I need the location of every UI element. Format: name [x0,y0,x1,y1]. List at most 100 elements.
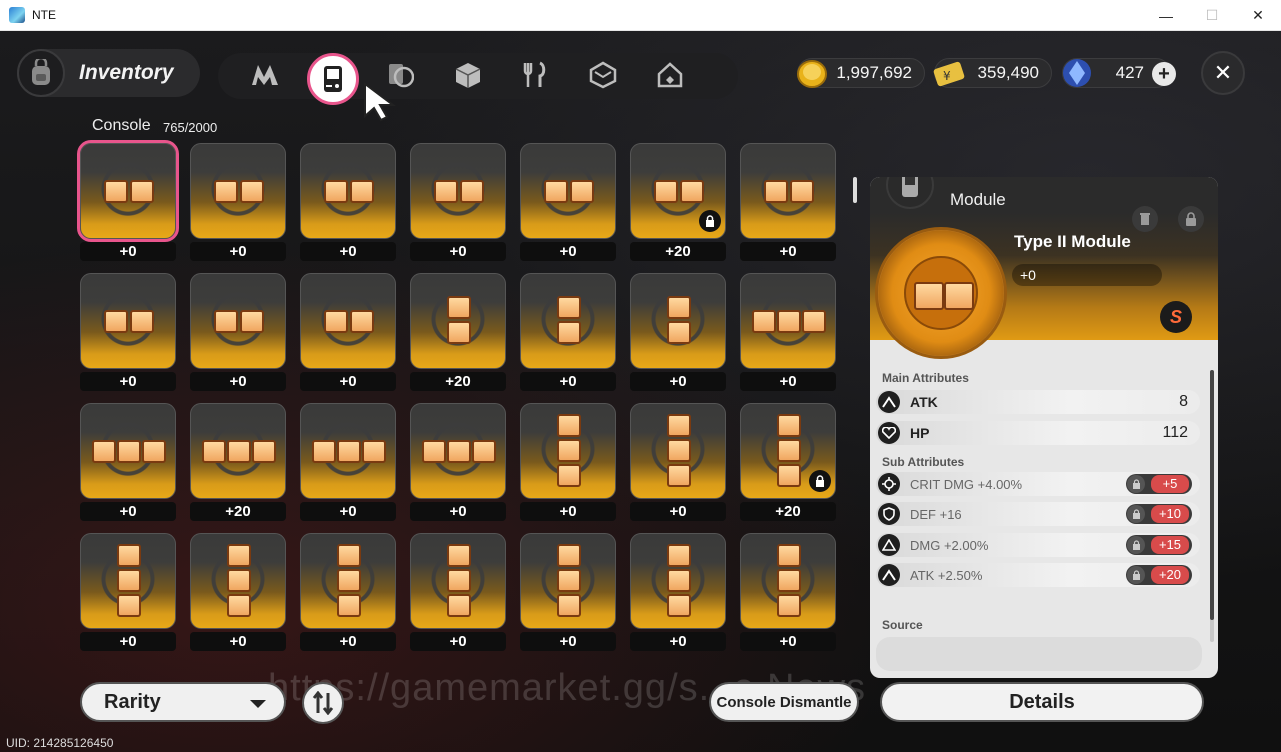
item-level: +0 [520,632,616,651]
console-module-icon[interactable] [630,273,726,369]
console-module-icon[interactable] [630,403,726,499]
console-module-icon[interactable] [80,533,176,629]
console-dismantle-button[interactable]: Console Dismantle [709,682,859,722]
rarity-dropdown[interactable]: Rarity [80,682,286,722]
console-module-icon[interactable] [300,273,396,369]
item-level: +0 [410,502,506,521]
console-item-slot[interactable]: +0 [740,273,836,391]
console-item-slot[interactable]: +0 [410,403,506,521]
tab-food[interactable] [515,55,555,95]
tab-cube[interactable] [583,55,623,95]
console-module-icon[interactable] [410,143,506,239]
lock-icon[interactable] [1127,536,1145,554]
console-module-icon[interactable] [300,403,396,499]
console-module-icon[interactable] [520,273,616,369]
grid-scrollbar[interactable] [853,177,857,687]
details-button[interactable]: Details [880,682,1204,722]
lock-icon[interactable] [1127,566,1145,584]
console-module-icon[interactable] [410,273,506,369]
close-icon[interactable]: ✕ [1201,51,1245,95]
console-item-slot[interactable]: +0 [80,533,176,651]
console-module-icon[interactable] [630,533,726,629]
console-item-slot[interactable]: +0 [520,533,616,651]
item-level: +0 [80,632,176,651]
grid-scrollbar-thumb[interactable] [853,177,857,203]
module-medal [875,227,1007,359]
console-module-icon[interactable] [410,533,506,629]
console-module-icon[interactable] [300,533,396,629]
tab-n-logo[interactable] [245,55,285,95]
console-module-icon[interactable] [630,143,726,239]
console-module-icon[interactable] [190,533,286,629]
console-module-icon[interactable] [410,403,506,499]
item-level: +0 [300,372,396,391]
console-module-icon[interactable] [740,143,836,239]
console-item-slot[interactable]: +0 [300,403,396,521]
console-item-slot[interactable]: +0 [740,533,836,651]
console-module-icon[interactable] [520,143,616,239]
item-level: +0 [300,502,396,521]
console-module-icon[interactable] [740,533,836,629]
console-item-slot[interactable]: +0 [190,273,286,391]
console-item-slot[interactable]: +20 [410,273,506,391]
console-item-slot[interactable]: +0 [80,273,176,391]
upgrade-pill[interactable]: +5 [1126,474,1192,494]
console-item-slot[interactable]: +0 [520,143,616,261]
console-item-slot[interactable]: +20 [190,403,286,521]
window-close-button[interactable]: ✕ [1235,0,1281,31]
gold-coin-icon [797,60,827,88]
console-item-slot[interactable]: +0 [190,143,286,261]
item-level: +0 [630,502,726,521]
module-block [752,310,776,333]
console-item-slot[interactable]: +0 [520,403,616,521]
console-item-slot[interactable]: +0 [740,143,836,261]
console-module-icon[interactable] [740,273,836,369]
console-module-icon[interactable] [77,140,179,242]
console-item-slot[interactable]: +0 [300,143,396,261]
panel-scrollbar[interactable] [1210,370,1214,642]
lock-icon[interactable] [1127,505,1145,523]
atk-icon [878,564,900,586]
lock-icon[interactable] [1127,475,1145,493]
module-block [142,440,166,463]
console-item-slot[interactable]: +0 [410,143,506,261]
module-block [667,464,691,487]
console-module-icon[interactable] [190,273,286,369]
upgrade-pill[interactable]: +15 [1126,535,1192,555]
console-module-icon[interactable] [80,403,176,499]
console-module-icon[interactable] [520,533,616,629]
console-module-icon[interactable] [190,143,286,239]
tab-home[interactable] [650,55,690,95]
console-item-slot[interactable]: +0 [630,273,726,391]
console-module-icon[interactable] [740,403,836,499]
module-block [214,310,238,333]
console-item-slot[interactable]: +0 [190,533,286,651]
console-item-slot[interactable]: +0 [77,140,179,261]
panel-scrollbar-thumb[interactable] [1210,370,1214,620]
upgrade-pill[interactable]: +10 [1126,504,1192,524]
console-item-slot[interactable]: +0 [520,273,616,391]
console-item-slot[interactable]: +20 [740,403,836,521]
module-block [472,440,496,463]
console-item-slot[interactable]: +0 [300,273,396,391]
console-item-slot[interactable]: +20 [630,143,726,261]
add-currency-button[interactable]: + [1152,62,1176,86]
minimize-button[interactable]: — [1143,0,1189,31]
console-item-slot[interactable]: +0 [300,533,396,651]
console-item-slot[interactable]: +0 [630,533,726,651]
console-module-icon[interactable] [80,273,176,369]
tab-console[interactable] [307,53,359,105]
console-module-icon[interactable] [190,403,286,499]
console-item-slot[interactable]: +0 [630,403,726,521]
console-module-icon[interactable] [520,403,616,499]
module-block [557,464,581,487]
maximize-button[interactable]: ☐ [1189,0,1235,31]
console-item-slot[interactable]: +0 [80,403,176,521]
console-module-icon[interactable] [300,143,396,239]
sort-order-button[interactable] [302,682,344,724]
trash-icon[interactable] [1132,206,1158,232]
tab-box[interactable] [448,55,488,95]
upgrade-pill[interactable]: +20 [1126,565,1192,585]
lock-icon[interactable] [1178,206,1204,232]
console-item-slot[interactable]: +0 [410,533,506,651]
